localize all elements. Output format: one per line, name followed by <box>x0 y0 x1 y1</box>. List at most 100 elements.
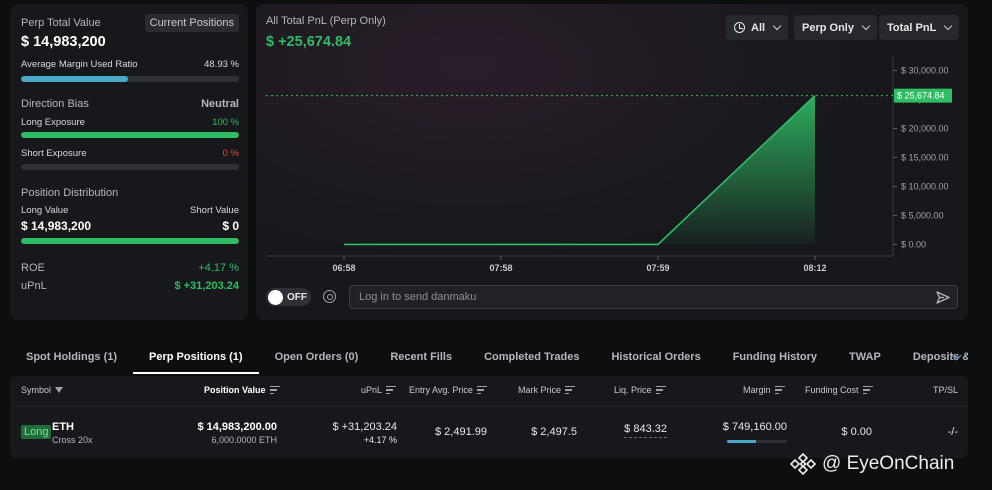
positions-tabs: Spot Holdings (1) Perp Positions (1) Ope… <box>10 340 968 374</box>
short-exposure-bar <box>21 164 239 170</box>
tab-twap[interactable]: TWAP <box>833 340 897 374</box>
col-funding-cost-label: Funding Cost <box>805 385 859 395</box>
tab-completed-trades[interactable]: Completed Trades <box>468 340 595 374</box>
col-tpsl: TP/SL <box>933 385 958 395</box>
direction-bias-label: Direction Bias <box>21 98 89 110</box>
margin-ratio-value: 48.93 % <box>204 59 239 70</box>
pnl-area <box>344 95 815 245</box>
direction-bias-value: Neutral <box>201 98 239 110</box>
perp-total-header: Perp Total Value Current Positions <box>21 14 239 32</box>
col-liq-price-label: Liq. Price <box>614 385 652 395</box>
col-tpsl-label: TP/SL <box>933 385 959 395</box>
short-exposure-value: 0 % <box>222 148 239 159</box>
perp-total-value: $ 14,983,200 <box>21 34 106 50</box>
tab-open-orders[interactable]: Open Orders (0) <box>259 340 375 374</box>
col-position-value[interactable]: Position Value <box>204 385 280 395</box>
long-exposure-label: Long Exposure <box>21 117 85 128</box>
col-margin-label: Margin <box>743 385 771 395</box>
toggle-knob <box>268 289 283 305</box>
tab-perp-positions[interactable]: Perp Positions (1) <box>133 340 259 374</box>
long-exposure-fill <box>21 132 239 138</box>
position-distribution-bar <box>21 238 239 244</box>
margin-ratio-bar <box>21 76 239 82</box>
row-margin-fill <box>727 440 757 443</box>
sort-icon[interactable] <box>565 386 576 394</box>
col-liq-price[interactable]: Liq. Price <box>614 385 666 395</box>
sort-icon[interactable] <box>476 386 487 394</box>
short-exposure-label: Short Exposure <box>21 148 87 159</box>
side-badge: Long <box>21 425 52 439</box>
x-tick-label: 08:12 <box>803 263 826 273</box>
watermark: @ EyeOnChain <box>790 451 954 477</box>
row-margin-bar <box>727 440 787 443</box>
row-symbol[interactable]: ETH <box>52 421 74 433</box>
filter-icon[interactable] <box>55 387 64 393</box>
col-margin[interactable]: Margin <box>743 385 785 395</box>
row-liq-price[interactable]: $ 843.32 <box>624 423 667 438</box>
col-mark-price-label: Mark Price <box>518 385 562 395</box>
col-symbol-label: Symbol <box>21 385 52 395</box>
tab-recent-fills[interactable]: Recent Fills <box>374 340 468 374</box>
col-entry-price[interactable]: Entry Avg. Price <box>409 385 487 395</box>
y-tick-label: $ 30,000.00 <box>901 65 949 75</box>
sort-icon[interactable] <box>774 386 785 394</box>
long-value: $ 14,983,200 <box>21 219 92 233</box>
sort-icon[interactable] <box>862 386 873 394</box>
row-upnl-pct: +4.17 % <box>363 435 397 445</box>
row-tpsl[interactable]: -/- <box>948 426 958 438</box>
send-icon[interactable] <box>936 291 950 304</box>
perp-total-label: Perp Total Value <box>21 17 101 29</box>
danmaku-input[interactable]: Log in to send danmaku <box>349 285 958 309</box>
y-tick-label: $ 20,000.00 <box>901 123 949 133</box>
margin-ratio-label: Average Margin Used Ratio <box>21 59 138 70</box>
row-margin: $ 749,160.00 <box>722 421 787 433</box>
long-exposure-bar <box>21 132 239 138</box>
sort-icon[interactable] <box>655 386 666 394</box>
y-tick-label: $ 0.00 <box>901 239 926 249</box>
row-mark-price: $ 2,497.5 <box>531 426 577 438</box>
current-positions-button[interactable]: Current Positions <box>144 14 239 32</box>
settings-gear-icon[interactable] <box>323 290 336 303</box>
tab-spot-holdings[interactable]: Spot Holdings (1) <box>10 340 133 374</box>
col-symbol[interactable]: Symbol <box>21 385 64 395</box>
row-position-size: 6,000.0000 ETH <box>211 435 277 445</box>
col-upnl[interactable]: uPnL <box>361 385 397 395</box>
col-entry-price-label: Entry Avg. Price <box>409 385 473 395</box>
x-tick-label: 07:58 <box>489 263 512 273</box>
row-funding-cost: $ 0.00 <box>841 426 872 438</box>
col-funding-cost[interactable]: Funding Cost <box>805 385 873 395</box>
binance-logo-icon <box>790 452 816 476</box>
x-tick-label: 06:58 <box>332 263 355 273</box>
row-upnl: $ +31,203.24 <box>332 421 397 433</box>
danmaku-toggle[interactable]: OFF <box>266 288 311 306</box>
roe-value: +4.17 % <box>198 262 239 274</box>
summary-panel: Perp Total Value Current Positions $ 14,… <box>10 4 248 320</box>
row-position-value: $ 14,983,200.00 <box>197 421 277 433</box>
watermark-text: @ EyeOnChain <box>822 453 955 474</box>
long-exposure-value: 100 % <box>212 117 239 128</box>
col-upnl-label: uPnL <box>361 385 383 395</box>
current-value-label: $ 25,674.84 <box>897 91 945 101</box>
short-value-label: Short Value <box>190 205 239 216</box>
sort-icon[interactable] <box>269 386 280 394</box>
long-value-label: Long Value <box>21 205 69 216</box>
pnl-chart-panel: All Total PnL (Perp Only) $ +25,674.84 A… <box>256 4 968 320</box>
header-divider <box>10 406 968 407</box>
sort-icon[interactable] <box>386 386 397 394</box>
tab-historical-orders[interactable]: Historical Orders <box>595 340 716 374</box>
row-entry-price: $ 2,491.99 <box>435 426 487 438</box>
short-value: $ 0 <box>222 219 239 233</box>
upnl-label: uPnL <box>21 280 47 292</box>
danmaku-placeholder: Log in to send danmaku <box>359 291 477 303</box>
position-distribution-label: Position Distribution <box>21 187 119 199</box>
upnl-value: $ +31,203.24 <box>174 280 239 292</box>
col-position-value-label: Position Value <box>204 385 266 395</box>
tab-funding-history[interactable]: Funding History <box>717 340 833 374</box>
y-tick-label: $ 5,000.00 <box>901 210 944 220</box>
positions-table: Symbol Position Value uPnL Entry Avg. Pr… <box>10 376 968 458</box>
pnl-chart: $ 30,000.00$ 25,000.00$ 20,000.00$ 15,00… <box>266 56 952 273</box>
roe-label: ROE <box>21 262 45 274</box>
y-tick-label: $ 15,000.00 <box>901 152 949 162</box>
row-leverage: Cross 20x <box>52 435 93 445</box>
col-mark-price[interactable]: Mark Price <box>518 385 576 395</box>
